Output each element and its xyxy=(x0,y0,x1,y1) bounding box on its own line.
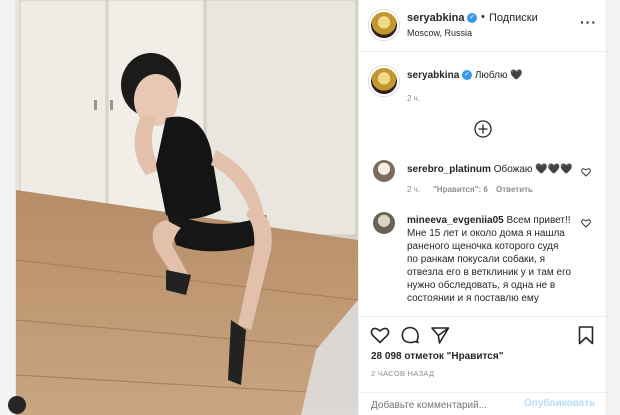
author-username[interactable]: seryabkina xyxy=(407,12,464,24)
post-details-panel: seryabkina ✓ • Подписки Moscow, Russia ·… xyxy=(358,0,607,415)
left-page-edge xyxy=(0,0,16,415)
follow-status-button[interactable]: Подписки xyxy=(489,12,538,24)
caption-text: Люблю 🖤 xyxy=(474,70,523,81)
instagram-post-window: seryabkina ✓ • Подписки Moscow, Russia ·… xyxy=(0,0,620,415)
comment-time[interactable]: 2 ч. xyxy=(407,185,420,194)
comment-text: Обожаю 🖤🖤🖤 xyxy=(493,164,573,175)
share-direct-icon[interactable] xyxy=(430,325,450,345)
comment-item: mineeva_evgeniia05 Всем привет!! Мне 15 … xyxy=(407,214,572,305)
comment-likes[interactable]: "Нравится": 6 xyxy=(433,185,488,194)
caption: seryabkina ✓ Люблю 🖤 xyxy=(407,69,597,82)
add-comment-bar: Опубликовать xyxy=(359,392,607,415)
publish-button[interactable]: Опубликовать xyxy=(524,398,595,409)
post-photo-illustration xyxy=(16,0,358,415)
likes-count[interactable]: 28 098 отметок "Нравится" xyxy=(371,351,503,362)
user-profile-icon[interactable] xyxy=(8,396,26,414)
caption-username[interactable]: seryabkina xyxy=(407,70,459,81)
reply-button[interactable]: Ответить xyxy=(496,185,533,194)
comment-avatar[interactable] xyxy=(373,160,395,182)
comment-like-heart-icon[interactable] xyxy=(581,218,591,228)
caption-verified-icon: ✓ xyxy=(462,70,473,81)
comment-username[interactable]: serebro_platinum xyxy=(407,164,491,175)
verified-badge-icon: ✓ xyxy=(467,13,477,23)
comment-text: Всем привет!! Мне 15 лет и около дома я … xyxy=(407,215,572,304)
comments-list: seryabkina ✓ Люблю 🖤 2 ч. serebro_platin… xyxy=(359,53,607,316)
like-heart-icon[interactable] xyxy=(370,325,390,345)
post-actions-bar: 28 098 отметок "Нравится" 2 ЧАСОВ НАЗАД xyxy=(359,316,607,378)
comment-avatar[interactable] xyxy=(373,212,395,234)
caption-time[interactable]: 2 ч. xyxy=(407,94,420,103)
comment-username[interactable]: mineeva_evgeniia05 xyxy=(407,215,504,226)
right-page-edge xyxy=(606,0,620,415)
comment-input[interactable] xyxy=(371,398,531,412)
author-avatar[interactable] xyxy=(369,10,399,40)
post-photo[interactable] xyxy=(16,0,358,415)
comment-bubble-icon[interactable] xyxy=(400,325,420,345)
comment-item: serebro_platinum Обожаю 🖤🖤🖤 xyxy=(407,163,577,176)
more-options-icon[interactable]: ··· xyxy=(580,14,597,30)
header-separator: • xyxy=(481,11,485,23)
post-location[interactable]: Moscow, Russia xyxy=(407,28,472,38)
post-time-ago[interactable]: 2 ЧАСОВ НАЗАД xyxy=(371,369,434,378)
comment-like-heart-icon[interactable] xyxy=(581,167,591,177)
load-more-comments-icon[interactable] xyxy=(474,120,492,138)
save-bookmark-icon[interactable] xyxy=(576,325,596,345)
post-header: seryabkina ✓ • Подписки Moscow, Russia ·… xyxy=(359,0,607,52)
caption-author-avatar[interactable] xyxy=(369,66,399,96)
